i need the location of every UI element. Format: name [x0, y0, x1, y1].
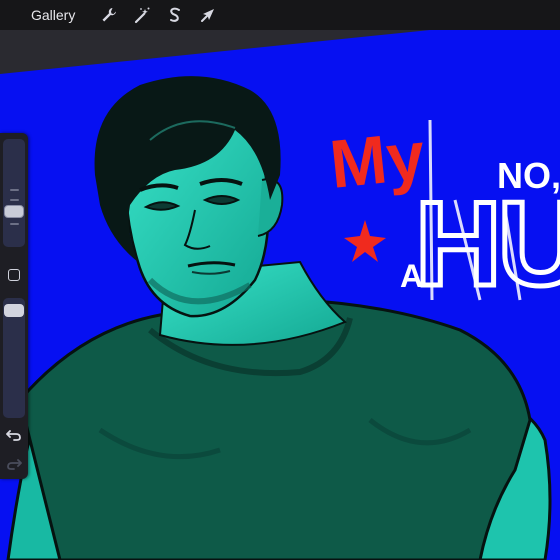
- left-sidebar: [0, 133, 28, 479]
- top-toolbar: Gallery: [0, 0, 560, 30]
- artwork-text-hu: HU: [415, 177, 560, 311]
- slider-tick: [10, 189, 19, 191]
- procreate-app: My NO, A HU Gallery: [0, 0, 560, 560]
- brush-size-slider[interactable]: [3, 139, 25, 247]
- opacity-slider[interactable]: [3, 298, 25, 418]
- gallery-button[interactable]: Gallery: [31, 7, 75, 23]
- magic-wand-icon[interactable]: [129, 2, 155, 28]
- slider-tick: [10, 223, 19, 225]
- drawing-canvas[interactable]: My NO, A HU: [0, 0, 560, 560]
- opacity-slider-handle[interactable]: [4, 304, 24, 317]
- arrow-cursor-icon[interactable]: [195, 2, 221, 28]
- brush-size-slider-handle[interactable]: [4, 205, 24, 218]
- selection-s-icon[interactable]: [162, 2, 188, 28]
- artwork-text-my: My: [326, 117, 428, 202]
- square-icon[interactable]: [8, 269, 20, 281]
- undo-arrow-icon[interactable]: [6, 426, 22, 442]
- redo-arrow-icon[interactable]: [6, 455, 22, 471]
- slider-tick: [10, 199, 19, 201]
- wrench-icon[interactable]: [96, 2, 122, 28]
